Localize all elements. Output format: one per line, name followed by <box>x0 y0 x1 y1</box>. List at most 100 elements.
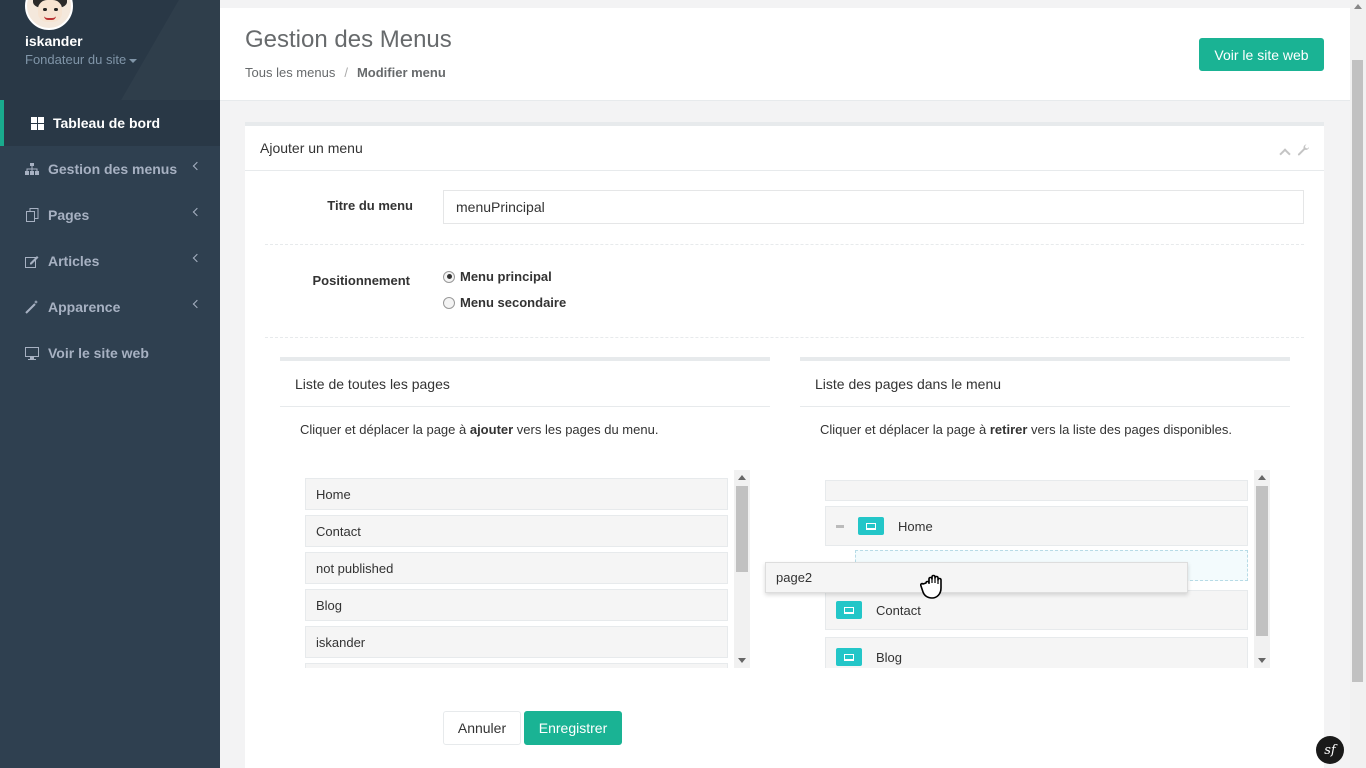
symfony-toolbar-icon[interactable]: sf <box>1316 736 1344 764</box>
laptop-icon <box>858 517 884 535</box>
menu-item-contact[interactable]: Contact <box>825 590 1248 630</box>
nav-label: Pages <box>48 207 90 223</box>
breadcrumb: Tous les menus / Modifier menu <box>245 65 446 80</box>
nav-label: Gestion des menus <box>48 161 178 177</box>
panel-title: Liste de toutes les pages <box>295 376 450 392</box>
save-button[interactable]: Enregistrer <box>524 711 622 745</box>
menu-form-box: Ajouter un menu Titre du menu menuPrinci… <box>245 122 1324 768</box>
cancel-button[interactable]: Annuler <box>443 711 521 745</box>
position-label: Positionnement <box>312 273 410 288</box>
desc-text: Cliquer et déplacer la page à <box>820 422 990 437</box>
box-title: Ajouter un menu <box>260 140 363 156</box>
user-name[interactable]: iskander <box>25 33 83 49</box>
list-item-partial[interactable] <box>305 663 728 668</box>
radio-label: Menu secondaire <box>460 295 567 310</box>
caret-down-icon <box>129 58 138 63</box>
menu-title-input[interactable]: menuPrincipal <box>443 190 1304 224</box>
page-scrollbar[interactable] <box>1350 0 1366 768</box>
radio-menu-secondaire[interactable]: Menu secondaire <box>443 295 566 310</box>
panel-title: Liste des pages dans le menu <box>815 376 1002 392</box>
list-item[interactable]: Home <box>305 478 728 510</box>
scroll-thumb[interactable] <box>736 486 748 572</box>
menu-item-label: Home <box>898 518 933 534</box>
user-role: Fondateur du site <box>25 52 127 67</box>
page-title: Gestion des Menus <box>245 26 452 53</box>
sitemap-icon <box>25 162 39 176</box>
desc-text: vers les pages du menu. <box>513 422 659 437</box>
desc-bold: retirer <box>989 422 1028 437</box>
desc-bold: ajouter <box>469 422 514 437</box>
breadcrumb-separator: / <box>344 65 348 80</box>
menu-item-label: Blog <box>876 649 903 665</box>
nav-item-pages[interactable]: Pages <box>0 192 220 238</box>
menu-item-label: Contact <box>876 602 921 618</box>
nav-item-apparence[interactable]: Apparence <box>0 284 220 330</box>
laptop-icon <box>836 601 862 619</box>
avatar[interactable] <box>25 0 73 30</box>
scroll-down-arrow[interactable] <box>1258 658 1266 663</box>
chevron-left-icon <box>192 299 202 309</box>
scroll-thumb[interactable] <box>1256 486 1268 636</box>
grab-cursor-icon <box>919 569 956 607</box>
page-heading: Gestion des Menus Tous les menus / Modifie… <box>220 8 1350 101</box>
nav-item-view-site[interactable]: Voir le site web <box>0 330 220 376</box>
laptop-icon <box>836 648 862 666</box>
collapse-chevron-icon[interactable] <box>1279 148 1291 160</box>
title-label: Titre du menu <box>327 198 413 213</box>
profile-decoration <box>121 0 220 100</box>
scroll-down-arrow[interactable] <box>738 658 746 663</box>
panel-header: Liste des pages dans le menu <box>800 357 1290 407</box>
view-site-button[interactable]: Voir le site web <box>1199 38 1324 71</box>
desc-text: Cliquer et déplacer la page à <box>300 422 470 437</box>
collapse-minus-icon[interactable] <box>836 524 844 528</box>
panel-header: Liste de toutes les pages <box>280 357 770 407</box>
menu-item-home[interactable]: Home <box>825 506 1248 546</box>
list-scrollbar[interactable] <box>1254 470 1270 668</box>
breadcrumb-current: Modifier menu <box>356 65 446 80</box>
nav-item-dashboard[interactable]: Tableau de bord <box>0 100 220 146</box>
chevron-left-icon <box>192 253 202 263</box>
list-item[interactable]: iskander <box>305 626 728 658</box>
panel-description: Cliquer et déplacer la page à ajouter ve… <box>300 422 658 437</box>
copy-icon <box>25 208 39 222</box>
all-pages-list[interactable]: Home Contact not published Blog iskander <box>305 470 750 668</box>
list-item[interactable]: not published <box>305 552 728 584</box>
wrench-icon[interactable] <box>1297 144 1310 160</box>
magic-icon <box>25 300 39 314</box>
nav-label: Apparence <box>48 299 121 315</box>
all-pages-panel: Liste de toutes les pages Cliquer et dép… <box>280 357 770 668</box>
scroll-up-arrow[interactable] <box>738 475 746 480</box>
menu-item-blog[interactable]: Blog <box>825 637 1248 668</box>
nav-item-menus[interactable]: Gestion des menus <box>0 146 220 192</box>
desc-text: vers la liste des pages disponibles. <box>1027 422 1232 437</box>
radio-checked[interactable] <box>443 270 455 283</box>
nav-label: Tableau de bord <box>53 115 161 131</box>
radio-unchecked[interactable] <box>443 296 455 309</box>
sidebar: iskander Fondateur du site Tableau de bo… <box>0 0 220 768</box>
nav-item-articles[interactable]: Articles <box>0 238 220 284</box>
scroll-up-arrow[interactable] <box>1354 4 1362 9</box>
scroll-up-arrow[interactable] <box>1258 475 1266 480</box>
radio-label: Menu principal <box>460 269 552 284</box>
nav-label: Articles <box>48 253 100 269</box>
chevron-left-icon <box>192 207 202 217</box>
dragging-item[interactable]: page2 <box>765 562 1188 593</box>
edit-icon <box>25 254 39 268</box>
breadcrumb-link-all-menus[interactable]: Tous les menus <box>245 65 335 80</box>
chevron-left-icon <box>192 161 202 171</box>
list-item-partial[interactable] <box>825 480 1248 501</box>
divider <box>265 337 1304 338</box>
box-header: Ajouter un menu <box>245 126 1324 171</box>
divider <box>265 244 1304 245</box>
menu-pages-panel: Liste des pages dans le menu Cliquer et … <box>800 357 1290 668</box>
radio-menu-principal[interactable]: Menu principal <box>443 269 552 284</box>
scroll-thumb[interactable] <box>1352 60 1363 682</box>
th-large-icon <box>30 116 44 130</box>
list-item[interactable]: Contact <box>305 515 728 547</box>
box-tools <box>1279 144 1310 160</box>
nav-label: Voir le site web <box>48 345 149 361</box>
user-role-dropdown[interactable]: Fondateur du site <box>25 52 138 67</box>
panel-description: Cliquer et déplacer la page à retirer ve… <box>820 422 1232 437</box>
list-item[interactable]: Blog <box>305 589 728 621</box>
list-scrollbar[interactable] <box>734 470 750 668</box>
